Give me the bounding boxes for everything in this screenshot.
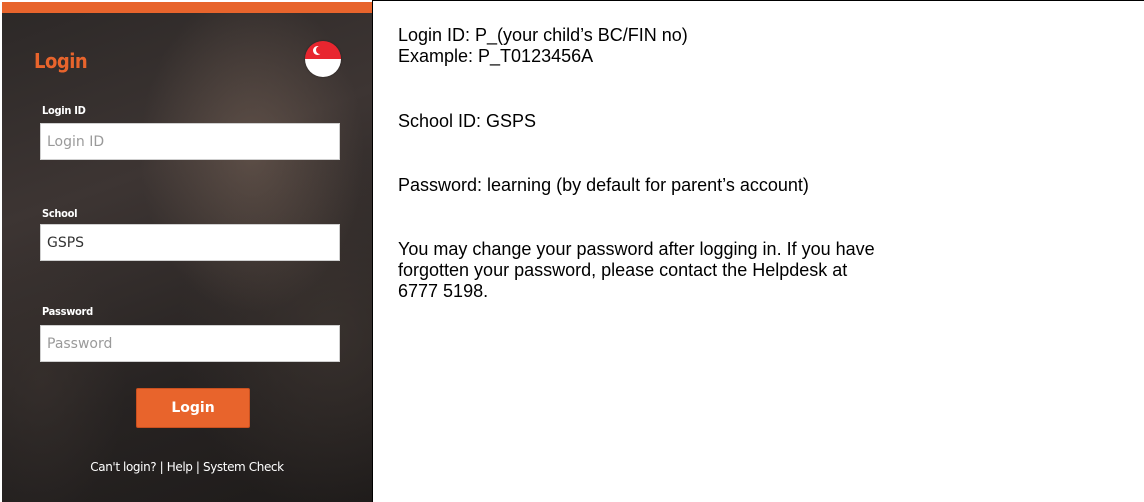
- link-separator: |: [192, 460, 203, 474]
- school-label: School: [42, 207, 78, 220]
- school-input[interactable]: [40, 224, 340, 261]
- login-button[interactable]: Login: [136, 388, 250, 428]
- login-id-input[interactable]: [40, 123, 340, 160]
- cant-login-link[interactable]: Can't login?: [90, 460, 156, 474]
- password-label: Password: [42, 305, 93, 318]
- login-id-example: Example: P_T0123456A: [398, 46, 594, 66]
- footer-links: Can't login? | Help | System Check: [2, 460, 372, 474]
- password-instruction: Password: learning (by default for paren…: [398, 175, 809, 195]
- login-id-instruction: Login ID: P_(your child’s BC/FIN no): [398, 25, 688, 45]
- singapore-flag-icon: [305, 41, 341, 77]
- login-id-label: Login ID: [42, 104, 86, 117]
- help-link[interactable]: Help: [167, 460, 193, 474]
- password-input[interactable]: [40, 325, 340, 362]
- helpdesk-phone-text: 6777 5198.: [398, 281, 489, 301]
- change-password-text-2: forgotten your password, please contact …: [398, 260, 848, 280]
- top-accent-bar: [2, 2, 372, 13]
- login-title: Login: [34, 49, 88, 73]
- system-check-link[interactable]: System Check: [203, 460, 284, 474]
- instructions-panel: Login ID: P_(your child’s BC/FIN no) Exa…: [372, 0, 1144, 502]
- change-password-text-1: You may change your password after loggi…: [398, 239, 875, 259]
- link-separator: |: [156, 460, 167, 474]
- school-id-instruction: School ID: GSPS: [398, 111, 537, 131]
- login-screenshot-panel: Login Login ID School Password Login Can…: [2, 2, 372, 502]
